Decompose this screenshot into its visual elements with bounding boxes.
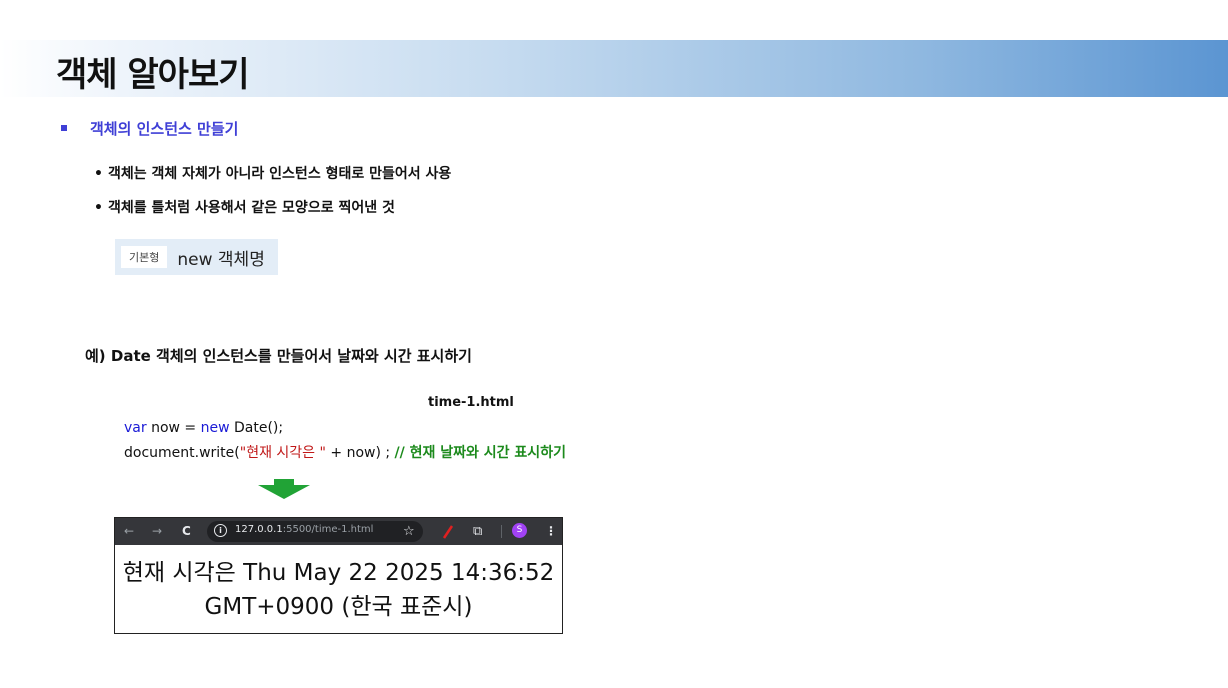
menu-icon[interactable]: ⋮ [545,524,557,539]
bullet-icon: • [94,200,103,216]
code-text: + now) ; [325,445,395,461]
list-item: • 객체는 객체 자체가 아니라 인스턴스 형태로 만들어서 사용 [94,163,451,183]
code-comment: // 현재 날짜와 시간 표시하기 [394,445,566,461]
back-icon[interactable]: ← [124,524,134,539]
code-text: document.write( [124,445,240,461]
example-heading: 예) Date 객체의 인스턴스를 만들어서 날짜와 시간 표시하기 [85,347,472,365]
reload-icon[interactable]: C [182,524,191,539]
down-arrow-icon [258,479,310,499]
url-path: :5500/time-1.html [282,524,374,535]
code-keyword-var: var [124,420,147,436]
code-line-2: document.write("현재 시각은 " + now) ; // 현재 … [124,442,566,462]
toolbar-divider [501,525,502,538]
section-heading: 객체의 인스턴스 만들기 [90,120,239,138]
site-info-icon[interactable]: i [214,524,227,537]
list-item: • 객체를 틀처럼 사용해서 같은 모양으로 찍어낸 것 [94,197,395,217]
bookmark-star-icon[interactable]: ☆ [403,524,415,539]
browser-screenshot: ← → C i 127.0.0.1:5500/time-1.html ☆ ⧉ S… [114,517,563,634]
address-bar[interactable]: i 127.0.0.1:5500/time-1.html ☆ [207,521,423,542]
url-text: 127.0.0.1:5500/time-1.html [235,524,373,535]
browser-output: 현재 시각은 Thu May 22 2025 14:36:52 GMT+0900… [115,556,562,624]
pen-extension-icon[interactable] [442,524,454,539]
code-text: Date(); [229,420,284,436]
forward-icon[interactable]: → [152,524,162,539]
code-keyword-new: new [200,420,230,436]
syntax-tag: 기본형 [121,246,168,268]
list-item-text: 객체를 틀처럼 사용해서 같은 모양으로 찍어낸 것 [108,200,395,216]
code-line-1: var now = new Date(); [124,420,283,436]
output-line-2: GMT+0900 (한국 표준시) [204,594,473,620]
section-bullet-icon [61,125,67,131]
list-item-text: 객체는 객체 자체가 아니라 인스턴스 형태로 만들어서 사용 [108,166,452,182]
url-host: 127.0.0.1 [235,524,283,535]
file-label: time-1.html [428,395,514,410]
slide-title: 객체 알아보기 [56,55,250,95]
profile-avatar[interactable]: S [512,523,527,538]
bullet-icon: • [94,166,103,182]
extensions-icon[interactable]: ⧉ [473,524,482,539]
output-line-1: 현재 시각은 Thu May 22 2025 14:36:52 [122,560,555,586]
syntax-box: 기본형 new 객체명 [115,239,278,275]
syntax-text: new 객체명 [177,249,265,270]
browser-toolbar: ← → C i 127.0.0.1:5500/time-1.html ☆ ⧉ S… [115,518,562,545]
code-string: "현재 시각은 " [239,445,326,461]
code-text: now = [146,420,201,436]
